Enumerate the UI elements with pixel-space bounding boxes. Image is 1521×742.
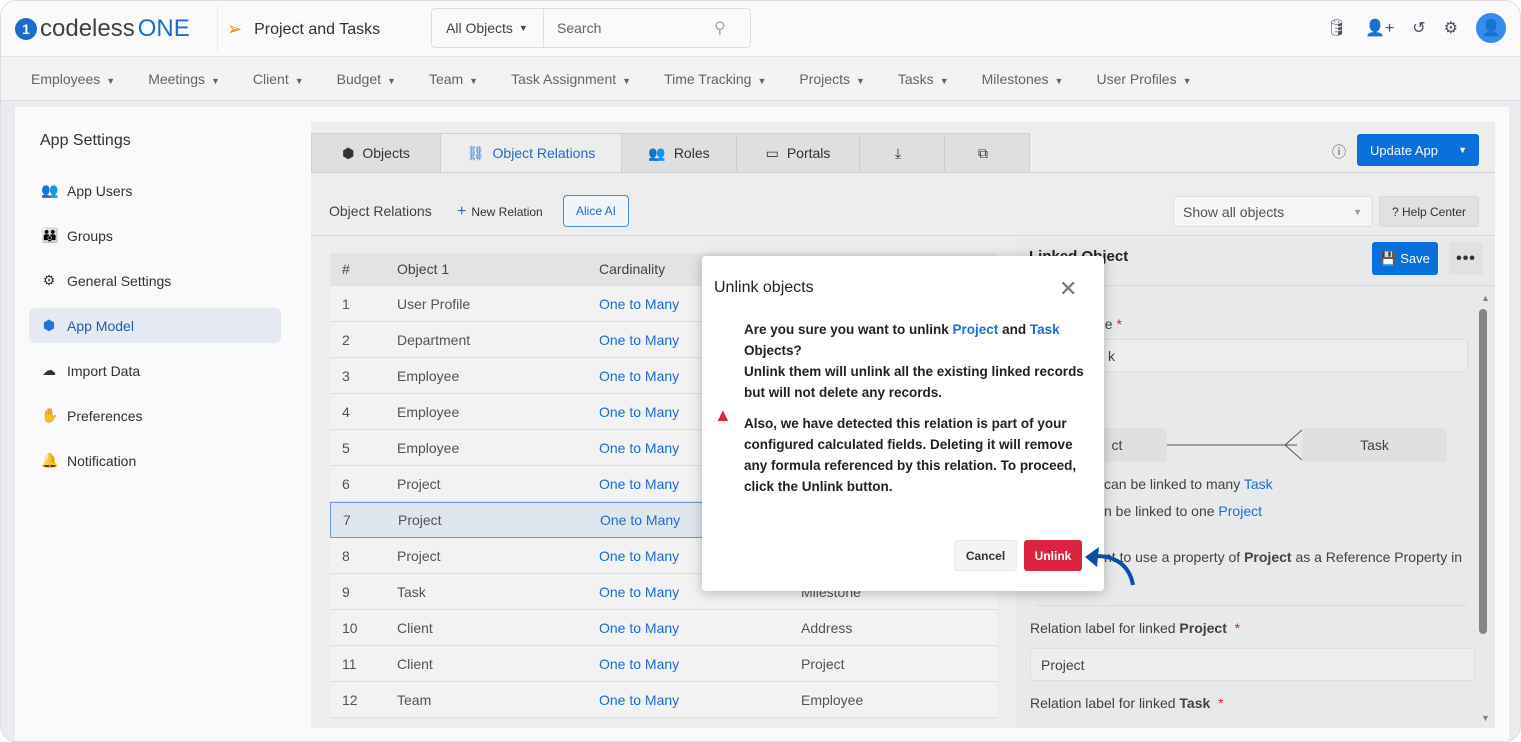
- object-link[interactable]: Task: [1030, 322, 1060, 337]
- warning-text: Also, we have detected this relation is …: [744, 416, 1077, 494]
- question-text: and: [998, 322, 1030, 337]
- dialog-title: Unlink objects: [714, 279, 814, 296]
- cancel-button[interactable]: Cancel: [954, 540, 1017, 571]
- object-link[interactable]: Project: [953, 322, 999, 337]
- unlink-explanation: Unlink them will unlink all the existing…: [744, 364, 1084, 400]
- close-icon[interactable]: ✕: [1059, 276, 1077, 302]
- warning-icon: ▲: [714, 405, 732, 425]
- unlink-button[interactable]: Unlink: [1024, 540, 1082, 571]
- pointer-arrow-icon: [1085, 547, 1135, 586]
- question-text: Objects?: [744, 343, 802, 358]
- question-text: Are you sure you want to unlink: [744, 322, 953, 337]
- unlink-dialog: Unlink objects ✕ ▲ Are you sure you want…: [702, 256, 1104, 591]
- confirm-question: Are you sure you want to unlink Project …: [744, 319, 1096, 361]
- app-window: 1 codeless ONE ➢ Project and Tasks All Obje…: [0, 0, 1521, 742]
- dialog-message: Are you sure you want to unlink Project …: [744, 319, 1096, 507]
